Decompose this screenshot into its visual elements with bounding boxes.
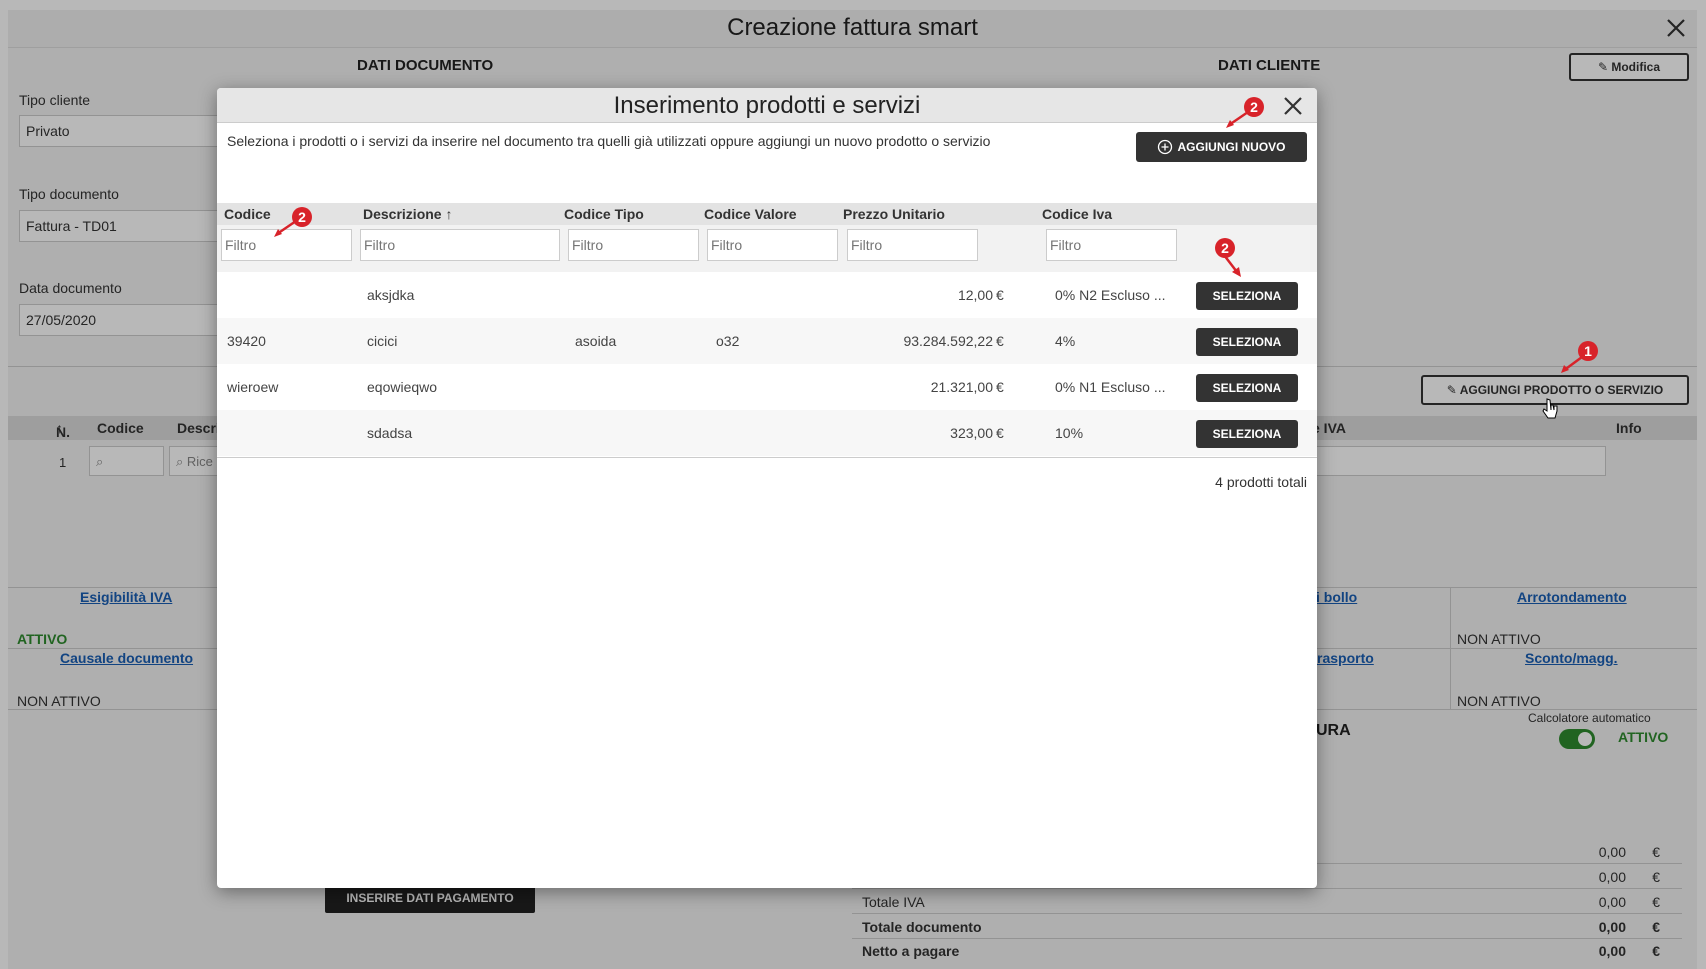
descrizione-filter-input[interactable]: [360, 229, 560, 261]
codice-tipo-filter-input[interactable]: [568, 229, 699, 261]
col-codice-valore[interactable]: Codice Valore: [704, 206, 797, 222]
col-codice[interactable]: Codice: [224, 206, 271, 222]
seleziona-button[interactable]: SELEZIONA: [1196, 374, 1298, 402]
sort-asc-icon: ↑: [445, 206, 453, 222]
divider: [217, 457, 1317, 458]
modal-description: Seleziona i prodotti o i servizi da inse…: [227, 133, 991, 149]
col-codice-tipo[interactable]: Codice Tipo: [564, 206, 644, 222]
arrow-icon: [1223, 254, 1241, 277]
arrow-icon: [274, 219, 297, 237]
codice-iva-filter-input[interactable]: [1046, 229, 1177, 261]
table-row: wieroew eqowieqwo 21.321,00 € 0% N1 Escl…: [217, 364, 1317, 410]
col-descrizione[interactable]: Descrizione ↑: [363, 206, 452, 222]
seleziona-button[interactable]: SELEZIONA: [1196, 282, 1298, 310]
table-row: aksjdka 12,00 € 0% N2 Escluso ... SELEZI…: [217, 272, 1317, 318]
arrow-icon: [1226, 110, 1249, 128]
codice-valore-filter-input[interactable]: [707, 229, 838, 261]
table-row: sdadsa 323,00 € 10% SELEZIONA: [217, 410, 1317, 456]
seleziona-button[interactable]: SELEZIONA: [1196, 328, 1298, 356]
aggiungi-nuovo-button[interactable]: AGGIUNGI NUOVO: [1136, 132, 1307, 162]
products-table-header: Codice Descrizione ↑ Codice Tipo Codice …: [217, 203, 1317, 225]
col-codice-iva[interactable]: Codice Iva: [1042, 206, 1112, 222]
close-icon[interactable]: [1281, 94, 1305, 118]
cursor-icon: [1542, 398, 1558, 419]
col-prezzo-unitario[interactable]: Prezzo Unitario: [843, 206, 945, 222]
modal-title: Inserimento prodotti e servizi: [217, 88, 1317, 123]
total-count: 4 prodotti totali: [1215, 474, 1307, 490]
arrow-icon: [1561, 355, 1583, 373]
table-row: 39420 cicici asoida o32 93.284.592,22 € …: [217, 318, 1317, 364]
inserimento-modal: Inserimento prodotti e servizi Seleziona…: [217, 88, 1317, 888]
plus-circle-icon: [1158, 139, 1173, 155]
seleziona-button[interactable]: SELEZIONA: [1196, 420, 1298, 448]
prezzo-filter-input[interactable]: [847, 229, 978, 261]
